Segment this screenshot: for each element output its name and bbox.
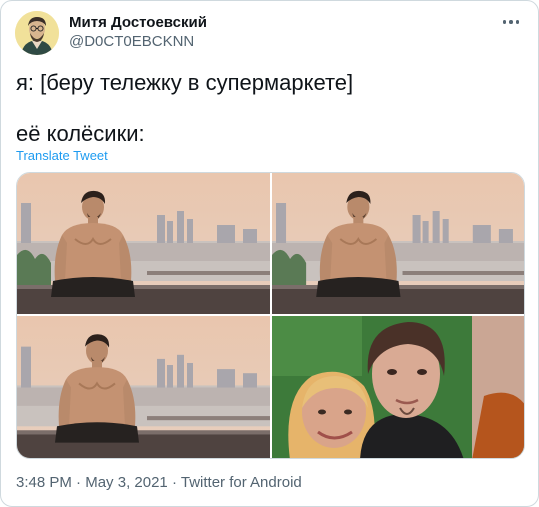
tweet-time[interactable]: 3:48 PM xyxy=(16,474,72,491)
photo-illustration xyxy=(17,316,270,458)
media-photo-3[interactable] xyxy=(17,316,270,458)
author-handle[interactable]: @D0CT0EBCKNN xyxy=(69,33,194,51)
author-name[interactable]: Митя Достоевский xyxy=(69,14,207,32)
meta-separator: · xyxy=(171,474,177,491)
media-photo-1[interactable] xyxy=(17,173,270,314)
photo-illustration xyxy=(272,173,524,314)
tweet-card: Митя Достоевский @D0CT0EBCKNN я: [беру т… xyxy=(0,0,539,507)
meta-separator: · xyxy=(76,474,82,491)
tweet-source[interactable]: Twitter for Android xyxy=(181,474,302,491)
tweet-date[interactable]: May 3, 2021 xyxy=(85,474,168,491)
tweet-text-line-1: я: [беру тележку в супермаркете] xyxy=(16,70,354,95)
translate-tweet-link[interactable]: Translate Tweet xyxy=(16,148,108,163)
avatar-illustration xyxy=(15,11,59,55)
media-photo-2[interactable] xyxy=(272,173,524,314)
more-horizontal-icon[interactable] xyxy=(500,13,522,31)
photo-illustration xyxy=(17,173,270,314)
avatar[interactable] xyxy=(15,11,59,55)
photo-illustration xyxy=(272,316,524,458)
tweet-text-line-2: её колёсики: xyxy=(16,121,145,146)
media-grid xyxy=(16,172,525,459)
media-photo-4[interactable] xyxy=(272,316,524,458)
tweet-metadata: 3:48 PM · May 3, 2021 · Twitter for Andr… xyxy=(16,474,302,491)
